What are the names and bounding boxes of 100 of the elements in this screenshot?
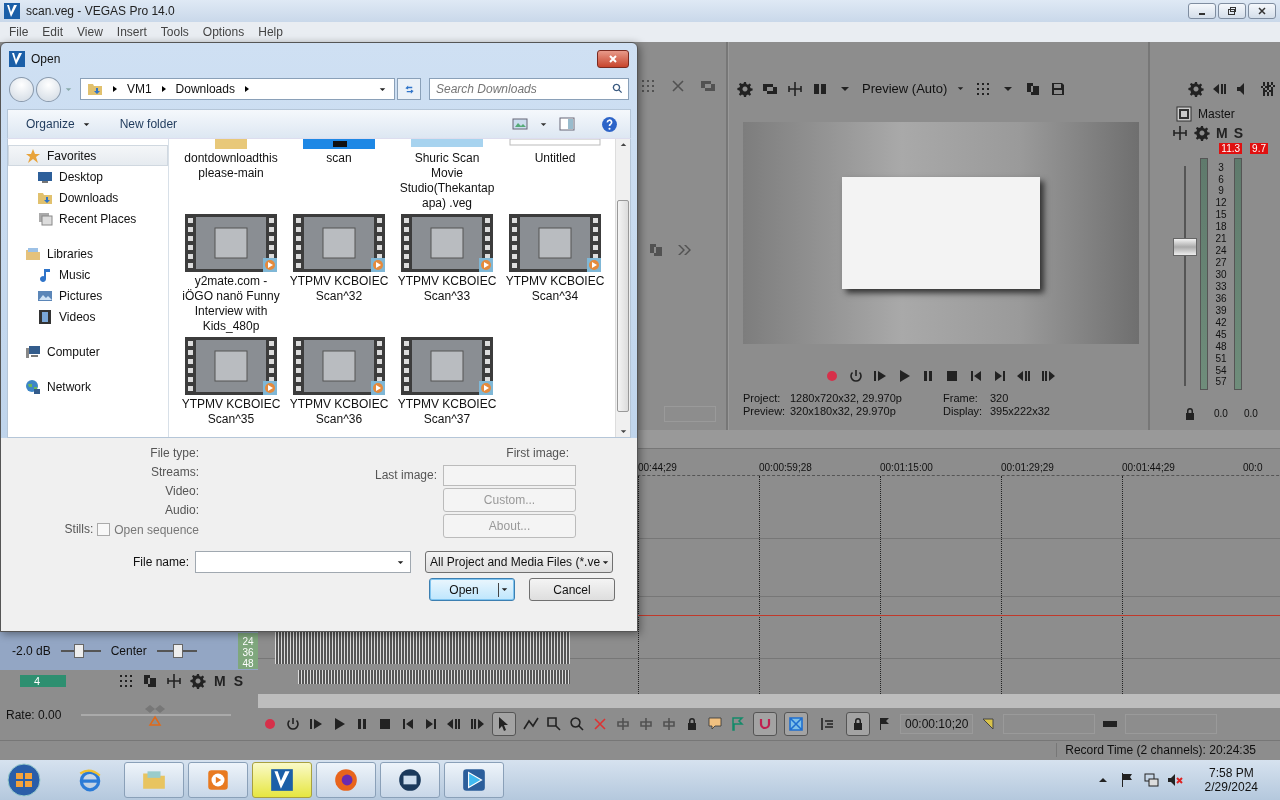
- settings-icon[interactable]: [1194, 124, 1210, 141]
- crossfade-button[interactable]: [784, 711, 808, 736]
- explorer-item[interactable]: YTPMV KCBOIEC Scan^33: [397, 214, 497, 334]
- file-name-field[interactable]: [195, 551, 412, 573]
- breadcrumb-arrow-icon[interactable]: [159, 85, 168, 93]
- search-field[interactable]: Search Downloads: [429, 78, 629, 100]
- info-label: Project:: [743, 391, 782, 405]
- explorer-item[interactable]: scan: [289, 139, 389, 211]
- slider-handle[interactable]: [74, 643, 85, 658]
- refresh-button[interactable]: [397, 78, 421, 100]
- taskbar-app-button[interactable]: [380, 762, 440, 799]
- nav-item[interactable]: Desktop: [8, 166, 168, 187]
- move-icon[interactable]: [787, 80, 803, 97]
- nav-item[interactable]: Favorites: [8, 145, 168, 166]
- window-title: scan.veg - VEGAS Pro 14.0: [26, 3, 175, 18]
- explorer-item[interactable]: YTPMV KCBOIEC Scan^36: [289, 337, 389, 427]
- toolbar-button[interactable]: New folder: [119, 117, 178, 131]
- explorer-item[interactable]: YTPMV KCBOIEC Scan^32: [289, 214, 389, 334]
- star-icon: [25, 147, 41, 164]
- mute-button[interactable]: M: [1216, 124, 1228, 141]
- close-button[interactable]: [1248, 2, 1276, 19]
- breadcrumb-arrow-icon[interactable]: [110, 85, 119, 93]
- menu-item[interactable]: Options: [195, 22, 252, 41]
- solo-button[interactable]: S: [1233, 124, 1243, 141]
- lock-envelopes-button[interactable]: [846, 711, 870, 736]
- close-button[interactable]: [597, 50, 629, 68]
- move-icon[interactable]: [1172, 124, 1188, 141]
- save-icon[interactable]: [1050, 80, 1067, 97]
- selection-tool-icon[interactable]: [546, 715, 562, 732]
- start-button[interactable]: [6, 762, 42, 799]
- explorer-item[interactable]: YTPMV KCBOIEC Scan^34: [505, 214, 605, 334]
- preview-quality-dropdown[interactable]: Preview (Auto): [862, 81, 967, 97]
- explorer-item[interactable]: YTPMV KCBOIEC Scan^37: [397, 337, 497, 427]
- taskbar-app-button[interactable]: [444, 762, 504, 799]
- menu-item[interactable]: File: [2, 22, 36, 41]
- trim-start-icon[interactable]: [615, 715, 631, 732]
- breadcrumb-arrow-icon[interactable]: [242, 85, 251, 93]
- menu-item[interactable]: View: [70, 22, 110, 41]
- menu-item[interactable]: Tools: [153, 22, 196, 41]
- nav-item[interactable]: Recent Places: [8, 208, 168, 229]
- explorer-item[interactable]: Shuric Scan Movie Studio(Thekantapapa) .veg: [397, 139, 497, 211]
- move-icon[interactable]: [166, 672, 182, 689]
- menu-item[interactable]: Insert: [109, 22, 154, 41]
- maximize-button[interactable]: [1218, 2, 1246, 19]
- settings-icon[interactable]: [190, 672, 206, 689]
- nav-item[interactable]: Downloads: [8, 187, 168, 208]
- time-display[interactable]: 00:00:10;20: [900, 713, 974, 734]
- snapping-button[interactable]: [753, 711, 777, 736]
- clock[interactable]: 7:58 PM 2/29/2024: [1204, 766, 1258, 795]
- minimize-button[interactable]: [1188, 2, 1216, 19]
- menu-item[interactable]: Help: [251, 22, 290, 41]
- nav-item[interactable]: Computer: [8, 341, 168, 362]
- explorer-item[interactable]: dontdownloadthisplease-main: [181, 139, 281, 211]
- mixer-icon[interactable]: [1260, 80, 1276, 97]
- nav-item[interactable]: Network: [8, 376, 168, 397]
- solo-button[interactable]: S: [233, 672, 243, 689]
- edit-tool-button[interactable]: [492, 711, 516, 736]
- nav-item[interactable]: Videos: [8, 306, 168, 327]
- horizontal-scrollbar[interactable]: [258, 693, 1280, 708]
- meter-scale-label: 48: [1215, 340, 1227, 352]
- nav-item[interactable]: Music: [8, 264, 168, 285]
- nav-item[interactable]: Pictures: [8, 285, 168, 306]
- address-bar[interactable]: VM1 Downloads: [79, 78, 396, 100]
- view-options-icon[interactable]: [512, 116, 528, 132]
- network-icon[interactable]: [1142, 772, 1159, 789]
- vertical-scrollbar[interactable]: [615, 139, 630, 437]
- zoom-tool-icon[interactable]: [569, 715, 585, 732]
- ruler-time-label: 00:01:44;29: [1122, 461, 1176, 473]
- copy-icon[interactable]: [1025, 80, 1042, 97]
- explorer-item[interactable]: y2mate.com - iÖGO nanö Funny Interview with Kids_480p: [181, 214, 281, 334]
- taskbar-app-button[interactable]: [316, 762, 376, 799]
- loop-icon[interactable]: [847, 367, 864, 384]
- nav-item[interactable]: Libraries: [8, 243, 168, 264]
- breadcrumb-item[interactable]: VM1: [126, 82, 152, 96]
- fader-handle[interactable]: [1173, 238, 1197, 256]
- menu-item[interactable]: Edit: [35, 22, 71, 41]
- envelope-tool-icon[interactable]: [523, 715, 539, 732]
- last-image-field[interactable]: [443, 465, 577, 486]
- explorer-item[interactable]: YTPMV KCBOIEC Scan^35: [181, 337, 281, 427]
- slider-handle[interactable]: [173, 643, 184, 658]
- meter-scale-label: 39: [1215, 304, 1227, 316]
- taskbar-app-button[interactable]: [252, 762, 312, 799]
- explorer-item[interactable]: Untitled: [505, 139, 605, 211]
- open-sequence-checkbox[interactable]: Open sequence: [97, 520, 199, 539]
- marker-icon[interactable]: [707, 715, 723, 732]
- settings-icon[interactable]: [737, 80, 753, 97]
- breadcrumb-item[interactable]: Downloads: [175, 82, 235, 96]
- toolbar-button[interactable]: Organize: [26, 117, 92, 131]
- open-button[interactable]: Open: [429, 578, 515, 601]
- cancel-button[interactable]: Cancel: [529, 578, 615, 601]
- file-type-dropdown[interactable]: All Project and Media Files (*.ve: [425, 551, 614, 573]
- grid-icon[interactable]: [975, 80, 992, 97]
- scrollbar-thumb[interactable]: [617, 200, 629, 412]
- pan-reading: Center: [110, 643, 147, 658]
- record-time-text: Record Time (2 channels): 20:24:35: [1056, 743, 1280, 758]
- audio-event[interactable]: [298, 669, 570, 684]
- mute-button[interactable]: M: [214, 672, 226, 689]
- settings-icon[interactable]: [1188, 80, 1204, 97]
- loop-icon[interactable]: [285, 715, 301, 732]
- help-icon[interactable]: [601, 115, 618, 133]
